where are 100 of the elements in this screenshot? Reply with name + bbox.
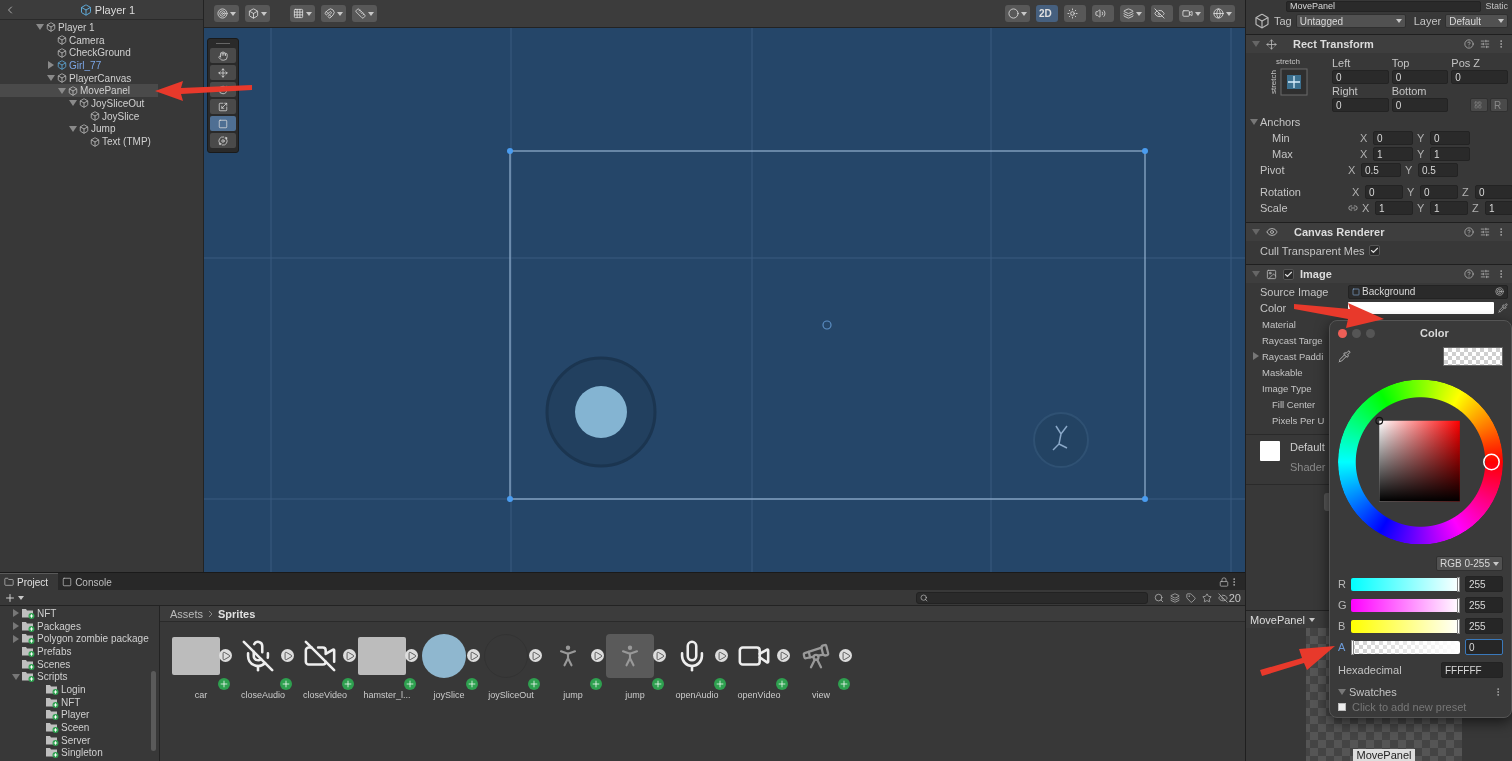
- folder-item[interactable]: Scenes: [0, 657, 159, 671]
- channel-slider[interactable]: [1351, 640, 1460, 654]
- disclosure-triangle-icon[interactable]: [1250, 118, 1258, 126]
- draw-mode-button[interactable]: [214, 5, 239, 22]
- disclosure-triangle-icon[interactable]: [12, 634, 20, 643]
- asset-thumbnail[interactable]: [606, 634, 654, 678]
- disclosure-triangle-icon[interactable]: [12, 672, 20, 681]
- folder-item[interactable]: Prefabs: [0, 645, 159, 658]
- close-dot[interactable]: [1338, 328, 1347, 338]
- folder-item[interactable]: Sceen: [0, 721, 159, 734]
- number-field[interactable]: 0: [1373, 131, 1413, 145]
- object-name-field[interactable]: MovePanel: [1286, 0, 1482, 12]
- disclosure-triangle-icon[interactable]: [12, 622, 20, 631]
- hex-field[interactable]: FFFFFF: [1441, 662, 1503, 678]
- number-field[interactable]: 0: [1332, 98, 1389, 112]
- tool-button[interactable]: [210, 133, 236, 148]
- slider-handle[interactable]: [1457, 618, 1460, 634]
- hierarchy-item[interactable]: MovePanel: [0, 84, 158, 98]
- visibility-button[interactable]: [1151, 5, 1173, 22]
- channel-slider[interactable]: [1351, 577, 1460, 591]
- number-field[interactable]: 1: [1430, 201, 1468, 215]
- audio-button[interactable]: [1092, 5, 1114, 22]
- grid-button[interactable]: [290, 5, 315, 22]
- hierarchy-item[interactable]: JoySliceOut: [0, 97, 158, 110]
- disclosure-triangle-icon[interactable]: [47, 74, 55, 83]
- number-field[interactable]: 0: [1420, 185, 1458, 199]
- channel-slider[interactable]: [1351, 598, 1460, 612]
- hierarchy-item[interactable]: CheckGround: [0, 46, 158, 60]
- number-field[interactable]: 0: [1475, 185, 1512, 199]
- number-field[interactable]: 0.5: [1418, 163, 1458, 177]
- folder-item[interactable]: Login: [0, 683, 159, 696]
- channel-slider[interactable]: [1351, 619, 1460, 633]
- channel-value-field[interactable]: 255: [1465, 597, 1503, 613]
- disclosure-triangle-icon[interactable]: [69, 124, 77, 133]
- tag-dropdown[interactable]: Untagged: [1295, 14, 1406, 28]
- disclosure-triangle-icon[interactable]: [36, 23, 44, 32]
- channel-value-field[interactable]: 0: [1465, 639, 1503, 655]
- channel-value-field[interactable]: 255: [1465, 576, 1503, 592]
- number-field[interactable]: 0: [1451, 70, 1508, 84]
- number-field[interactable]: 0: [1430, 131, 1470, 145]
- slider-handle[interactable]: [1351, 639, 1354, 655]
- tool-button[interactable]: [210, 116, 236, 131]
- slider-handle[interactable]: [1457, 597, 1460, 613]
- number-field[interactable]: 1: [1430, 147, 1470, 161]
- shading-button[interactable]: [1005, 5, 1030, 22]
- create-button[interactable]: [4, 591, 24, 604]
- folder-item[interactable]: Polygon zombie package: [0, 632, 159, 646]
- panel-tab[interactable]: Project: [0, 573, 59, 590]
- blueprint-button[interactable]: [1470, 98, 1488, 112]
- increment-button[interactable]: [352, 5, 377, 22]
- snap-button[interactable]: [321, 5, 346, 22]
- breadcrumb-item[interactable]: Sprites: [218, 607, 256, 620]
- tool-button[interactable]: [210, 65, 236, 80]
- view-options-button[interactable]: [245, 5, 270, 22]
- folder-item[interactable]: NFT: [0, 695, 159, 709]
- number-field[interactable]: 1: [1485, 201, 1512, 215]
- channel-value-field[interactable]: 255: [1465, 618, 1503, 634]
- mode-2d-button[interactable]: 2D: [1036, 5, 1058, 22]
- panel-tab[interactable]: Console: [58, 573, 122, 590]
- disclosure-triangle-icon[interactable]: [12, 609, 20, 618]
- color-field[interactable]: [1348, 302, 1494, 314]
- hierarchy-item[interactable]: JoySlice: [0, 109, 158, 123]
- hierarchy-item[interactable]: PlayerCanvas: [0, 71, 158, 85]
- disclosure-triangle-icon[interactable]: [1338, 688, 1346, 696]
- asset-thumbnail[interactable]: [358, 634, 406, 678]
- folder-item[interactable]: Scripts: [0, 670, 159, 684]
- number-field[interactable]: 0: [1391, 70, 1449, 84]
- enable-checkbox[interactable]: [1283, 268, 1294, 280]
- anchor-preset-button[interactable]: [1279, 68, 1308, 96]
- lighting-button[interactable]: [1064, 5, 1086, 22]
- object-field[interactable]: Background: [1348, 284, 1508, 299]
- tool-button[interactable]: [210, 48, 236, 63]
- slider-handle[interactable]: [1457, 576, 1460, 592]
- hierarchy-item[interactable]: Camera: [0, 33, 158, 47]
- disclosure-triangle-icon[interactable]: [58, 86, 66, 95]
- number-field[interactable]: 1: [1375, 201, 1413, 215]
- disclosure-triangle-icon[interactable]: [69, 99, 77, 108]
- zoom-dot[interactable]: [1366, 328, 1375, 338]
- layer-dropdown[interactable]: Default: [1445, 14, 1508, 28]
- number-field[interactable]: 1: [1373, 147, 1413, 161]
- number-field[interactable]: 0.5: [1361, 163, 1401, 177]
- minimize-dot[interactable]: [1352, 328, 1361, 338]
- preview-title[interactable]: MovePanel: [1250, 613, 1306, 626]
- number-field[interactable]: 0: [1332, 70, 1389, 84]
- search-field[interactable]: [915, 591, 1148, 604]
- gizmos-button[interactable]: [1210, 5, 1235, 22]
- folder-item[interactable]: Server: [0, 733, 159, 747]
- folder-item[interactable]: Singleton: [0, 746, 159, 760]
- camera-button[interactable]: [1179, 5, 1204, 22]
- number-field[interactable]: 0: [1391, 98, 1449, 112]
- hierarchy-item[interactable]: Girl_77: [0, 59, 158, 72]
- hierarchy-item[interactable]: Player 1: [0, 21, 158, 34]
- color-mode-dropdown[interactable]: RGB 0-255: [1435, 556, 1503, 571]
- toggle-checkbox[interactable]: [1368, 245, 1380, 256]
- hierarchy-item[interactable]: Text (TMP): [0, 135, 158, 148]
- disclosure-triangle-icon[interactable]: [47, 61, 55, 70]
- folder-item[interactable]: NFT: [0, 607, 159, 620]
- breadcrumb-item[interactable]: Assets: [170, 607, 203, 620]
- effects-button[interactable]: [1120, 5, 1145, 22]
- asset-thumbnail[interactable]: [172, 634, 220, 678]
